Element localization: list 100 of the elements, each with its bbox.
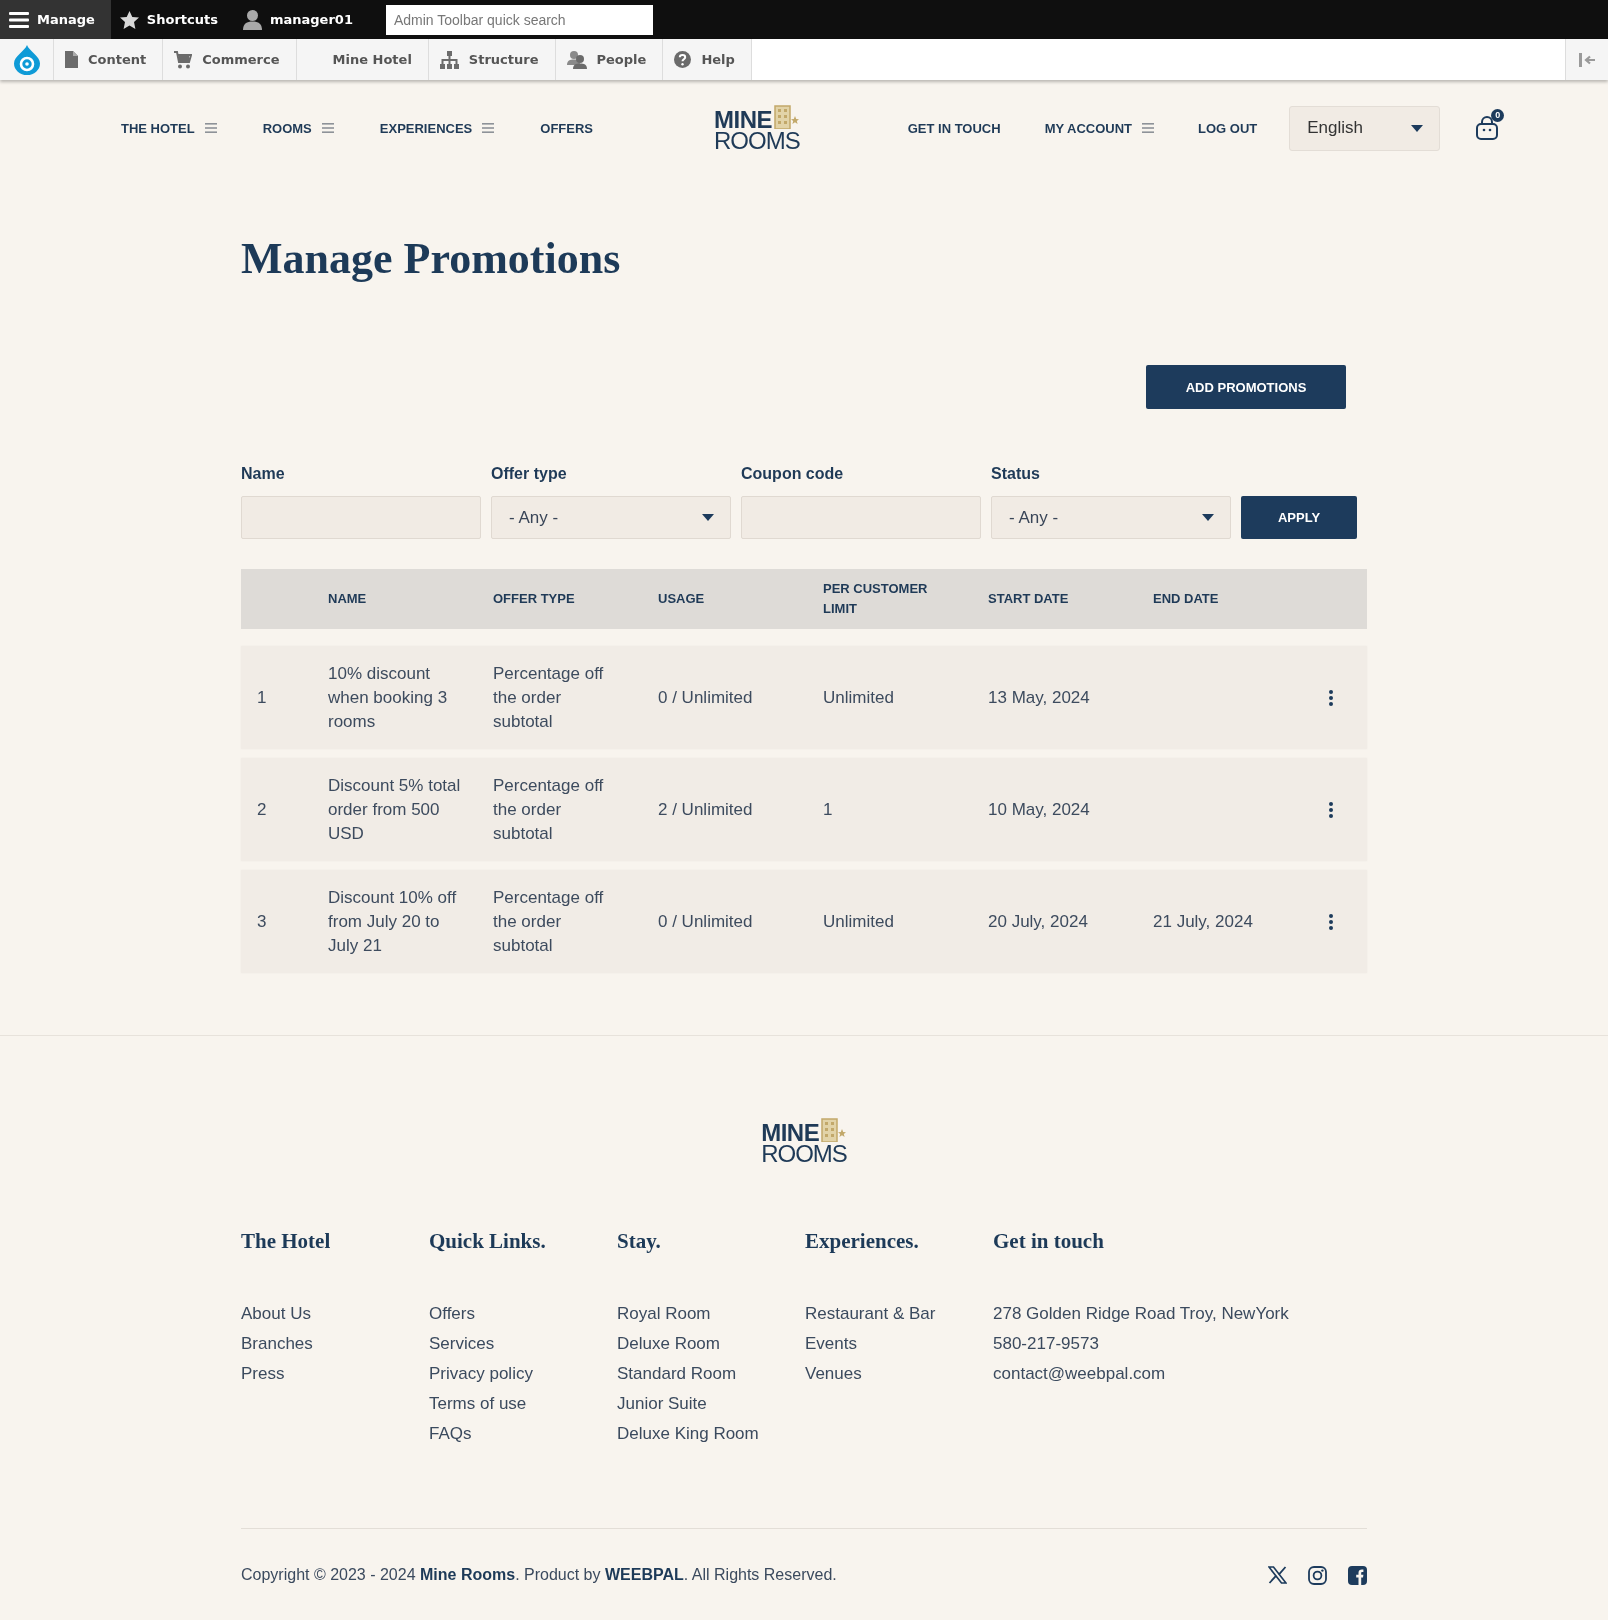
facebook-icon[interactable] [1348, 1565, 1367, 1585]
menu-icon[interactable] [321, 123, 334, 133]
footer-heading: Get in touch [993, 1229, 1104, 1253]
more-options-icon[interactable] [1329, 801, 1333, 818]
nav-link[interactable]: ROOMS [262, 120, 312, 136]
footer-link[interactable]: FAQs [429, 1419, 472, 1449]
footer-link[interactable]: Offers [429, 1299, 475, 1329]
logo-text[interactable]: MINE [714, 108, 773, 130]
footer-link[interactable]: Royal Room [617, 1299, 711, 1329]
water-drop-icon[interactable] [13, 44, 40, 75]
table-cell-text: 0 / Unlimited [658, 910, 753, 933]
toolbar-tab[interactable]: Shortcuts [110, 0, 234, 39]
table-cell-text: Percentage off the order subtotal [493, 662, 605, 733]
table-cell-text: 20 July, 2024 [988, 910, 1088, 933]
filter-label: Offer type [491, 464, 567, 484]
document-icon [65, 51, 78, 68]
table-cell-text: 10% discount when booking 3 rooms [328, 662, 449, 733]
language-select[interactable]: English [1289, 105, 1441, 151]
filter-input[interactable] [241, 496, 481, 539]
logo-text[interactable]: MINE [761, 1122, 820, 1143]
table-cell-text: Discount 5% total order from 500 USD [328, 774, 462, 845]
more-options-icon[interactable] [1329, 913, 1333, 930]
table-cell-text: 2 / Unlimited [658, 798, 753, 821]
hierarchy-icon [439, 50, 459, 69]
cart-count-badge: 0 [1491, 109, 1505, 122]
logo-text[interactable]: ROOMS [761, 1143, 847, 1165]
nav-link[interactable]: MY ACCOUNT [1044, 120, 1132, 136]
nav-link[interactable]: EXPERIENCES [379, 120, 473, 136]
footer-link[interactable]: Deluxe Room [617, 1329, 720, 1359]
instagram-icon[interactable] [1308, 1565, 1327, 1585]
footer-heading: Quick Links. [429, 1229, 546, 1253]
toolbar-link[interactable]: Mine Hotel [296, 39, 429, 80]
contact-text: 580-217-9573 [993, 1333, 1099, 1355]
column-header: OFFER TYPE [493, 590, 575, 608]
footer-link[interactable]: Privacy policy [429, 1359, 533, 1389]
copyright-text: Copyright © 2023 - 2024 Mine Rooms. Product by WEEBPAL. All Rights Reserved. [241, 1565, 837, 1585]
table-cell-text: Percentage off the order subtotal [493, 886, 605, 957]
building-icon [774, 104, 800, 129]
filter-select[interactable]: - Any - [991, 496, 1231, 539]
column-header: PER CUSTOMER LIMIT [823, 580, 929, 618]
footer-link[interactable]: Standard Room [617, 1359, 737, 1389]
footer-link[interactable]: Services [429, 1329, 495, 1359]
toolbar-link[interactable]: Structure [428, 39, 556, 80]
footer-link[interactable]: Junior Suite [617, 1389, 707, 1419]
cart-icon [174, 50, 193, 69]
toolbar-tab[interactable]: manager01 [233, 0, 369, 39]
table-cell-text: Percentage off the order subtotal [493, 774, 605, 845]
table-cell-text: 1 [823, 798, 833, 821]
filter-select[interactable]: - Any - [491, 496, 731, 539]
footer-link[interactable]: Branches [241, 1329, 313, 1359]
nav-link[interactable]: LOG OUT [1198, 120, 1258, 136]
shopping-bag-icon[interactable] [1476, 116, 1499, 140]
menu-icon[interactable] [204, 123, 217, 133]
collapse-icon [1579, 52, 1595, 67]
caret-icon [702, 514, 714, 521]
search-field[interactable]: Admin Toolbar quick search [385, 4, 653, 35]
footer-heading: Experiences. [805, 1229, 919, 1253]
caret-icon [1411, 124, 1424, 132]
footer-link[interactable]: Terms of use [429, 1389, 527, 1419]
table-cell-text: 1 [257, 686, 267, 709]
table-cell-text: 10 May, 2024 [988, 798, 1090, 821]
apply-button[interactable]: APPLY [1241, 496, 1357, 539]
footer-link[interactable]: Restaurant & Bar [805, 1299, 936, 1329]
footer-link[interactable]: About Us [241, 1299, 311, 1329]
toolbar-link[interactable]: Commerce [163, 39, 297, 80]
toolbar-link[interactable]: Help [663, 39, 752, 80]
footer-link[interactable]: Venues [805, 1359, 862, 1389]
table-cell-text: 13 May, 2024 [988, 686, 1090, 709]
table-cell-text: 21 July, 2024 [1153, 910, 1253, 933]
footer-link[interactable]: Press [241, 1359, 285, 1389]
logo-text[interactable]: ROOMS [714, 129, 800, 152]
menu-icon[interactable] [1142, 123, 1154, 133]
caret-icon [1202, 514, 1214, 521]
footer-link[interactable]: Deluxe King Room [617, 1419, 759, 1449]
table-cell-text: 3 [257, 910, 267, 933]
filter-input[interactable] [741, 496, 981, 539]
people-icon [566, 50, 587, 69]
nav-link[interactable]: OFFERS [540, 120, 593, 136]
toolbar-link[interactable]: Content [54, 39, 164, 80]
nav-link[interactable]: GET IN TOUCH [907, 120, 1001, 136]
building-icon [821, 1118, 847, 1142]
toolbar-tab[interactable]: Manage [0, 0, 111, 39]
help-icon [674, 51, 692, 68]
star-icon [119, 10, 139, 29]
column-header: NAME [328, 590, 367, 608]
add-promotions-button[interactable]: ADD PROMOTIONS [1146, 365, 1346, 409]
toolbar-link[interactable]: People [555, 39, 664, 80]
column-header: START DATE [988, 590, 1069, 608]
nav-link[interactable]: THE HOTEL [121, 120, 195, 136]
footer-link[interactable]: Events [805, 1329, 857, 1359]
contact-text: 278 Golden Ridge Road Troy, NewYork [993, 1303, 1289, 1325]
user-icon [242, 9, 262, 30]
contact-text: contact@weebpal.com [993, 1363, 1166, 1385]
x-logo-icon[interactable] [1268, 1566, 1287, 1584]
collapse-button[interactable] [1565, 39, 1608, 80]
table-cell-text: Unlimited [823, 686, 894, 709]
page-title: Manage Promotions [241, 233, 622, 285]
table-cell-text: 0 / Unlimited [658, 686, 753, 709]
more-options-icon[interactable] [1329, 689, 1333, 706]
menu-icon[interactable] [482, 123, 495, 133]
